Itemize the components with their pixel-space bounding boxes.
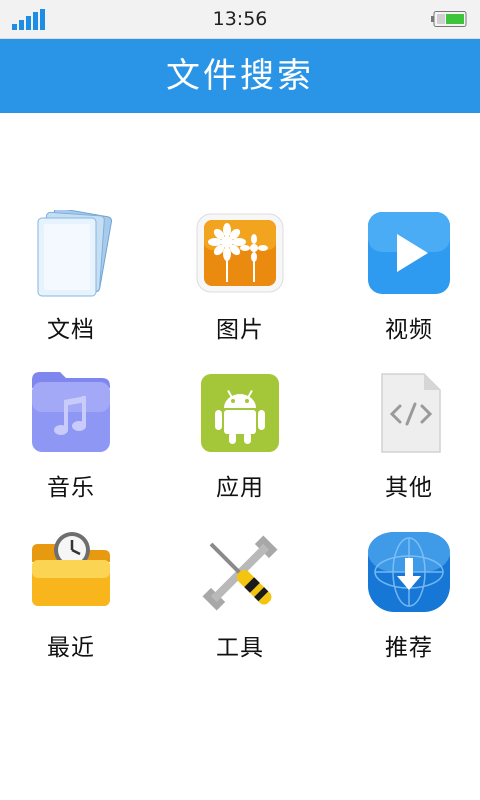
- category-label: 视频: [385, 317, 433, 343]
- document-stack-icon: [37, 210, 113, 297]
- category-recent[interactable]: 最近: [0, 528, 151, 678]
- category-label: 图片: [216, 317, 264, 343]
- clock-folder-icon: [32, 532, 110, 606]
- category-pictures[interactable]: 图片: [160, 210, 320, 360]
- category-documents[interactable]: 文档: [0, 210, 151, 360]
- music-folder-icon: [32, 372, 110, 452]
- category-other[interactable]: 其他: [329, 368, 480, 518]
- category-music[interactable]: 音乐: [0, 368, 151, 518]
- wrench-screwdriver-icon: [202, 535, 278, 611]
- category-label: 应用: [216, 475, 264, 501]
- code-file-icon: [381, 373, 441, 453]
- category-label: 文档: [47, 317, 95, 343]
- category-grid: 文档 图片 视频 音乐 应用 其他 最近 工具 推荐: [0, 0, 480, 800]
- category-label: 其他: [385, 475, 433, 501]
- category-label: 推荐: [385, 635, 433, 661]
- globe-download-icon: [368, 532, 450, 612]
- category-label: 最近: [47, 635, 95, 661]
- category-label: 工具: [216, 635, 264, 661]
- picture-flowers-icon: [196, 213, 284, 293]
- category-recommended[interactable]: 推荐: [329, 528, 480, 678]
- android-robot-icon: [201, 374, 279, 452]
- category-tools[interactable]: 工具: [160, 528, 320, 678]
- category-label: 音乐: [47, 475, 95, 501]
- category-apps[interactable]: 应用: [160, 368, 320, 518]
- video-play-icon: [368, 212, 450, 294]
- category-video[interactable]: 视频: [329, 210, 480, 360]
